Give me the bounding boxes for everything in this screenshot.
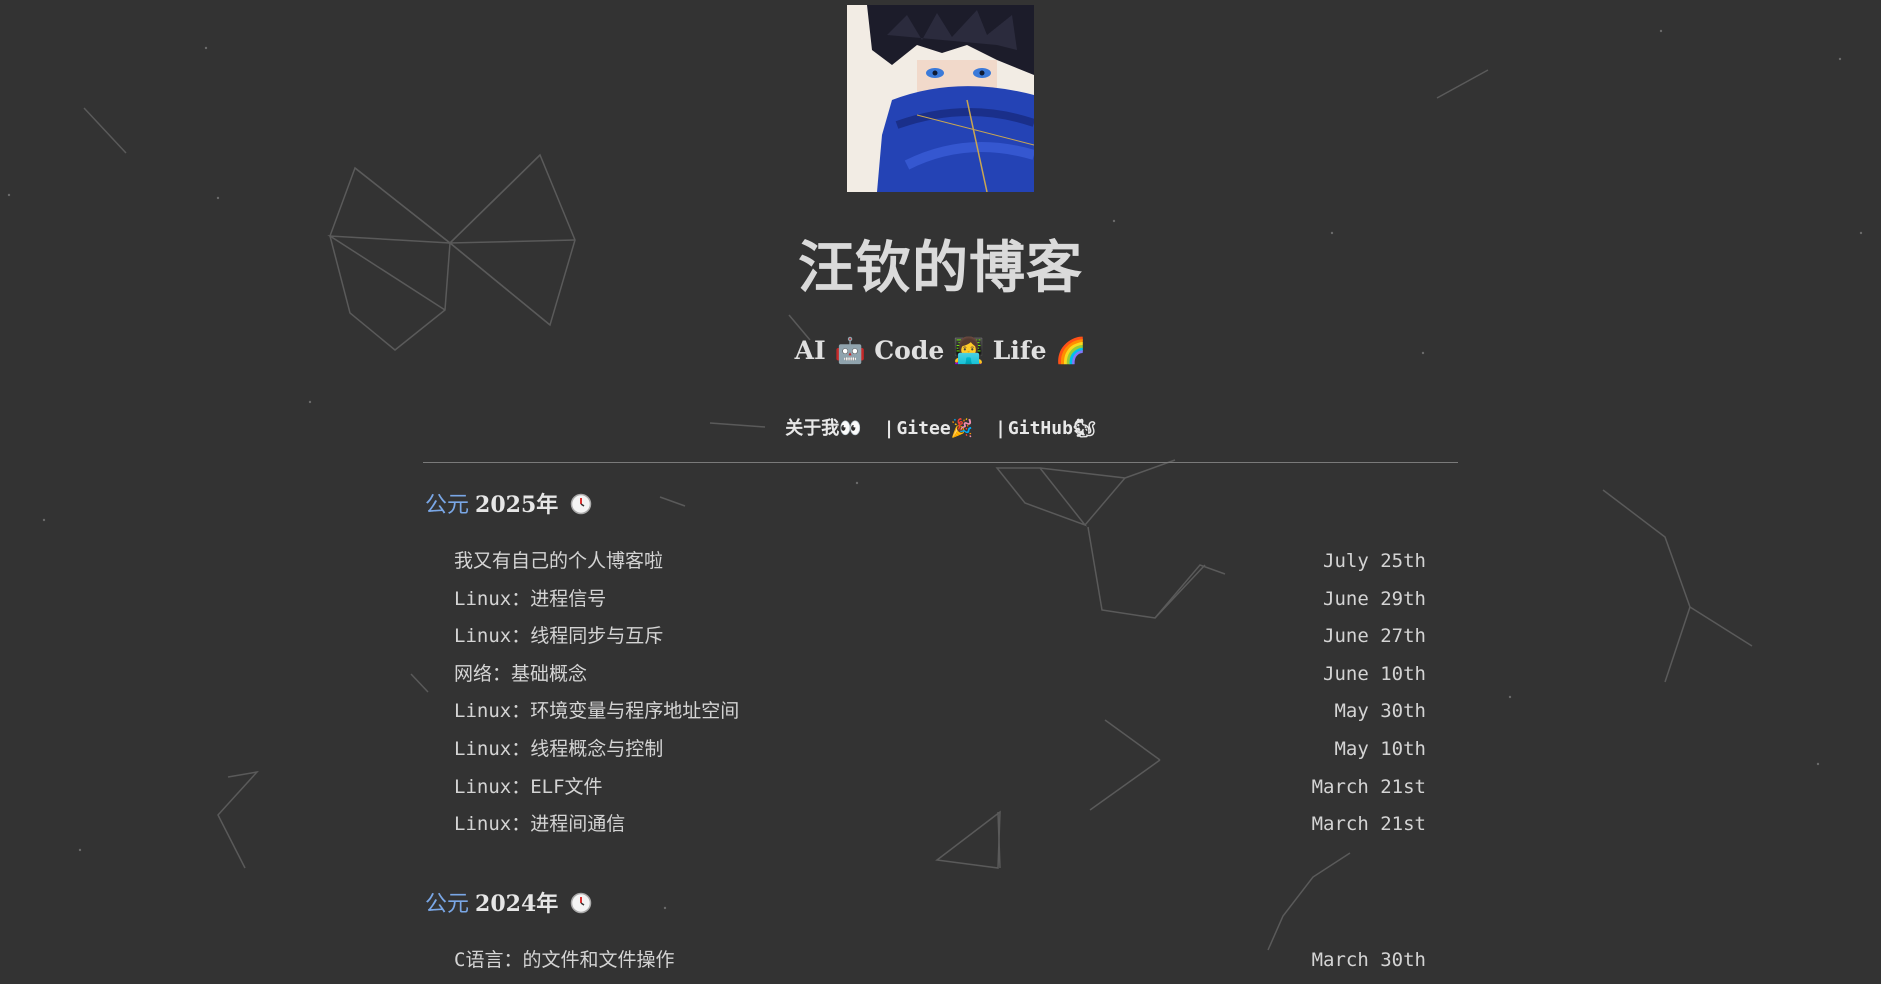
post-date: July 25th bbox=[1323, 550, 1426, 572]
post-date: March 21st bbox=[1311, 775, 1426, 798]
post-title-link[interactable]: 网络：基础概念 bbox=[454, 656, 587, 694]
site-tagline: AI 🤖 Code 👩‍💻 Life 🌈 bbox=[794, 336, 1087, 365]
post-date: March 21st bbox=[1311, 813, 1426, 836]
post-date: June 27th bbox=[1323, 625, 1426, 648]
era-label: 公元 bbox=[425, 493, 470, 518]
list-item: Linux：线程概念与控制 May 10th bbox=[454, 731, 1426, 769]
clock-icon bbox=[570, 892, 592, 920]
year-label: 2025年 bbox=[475, 492, 559, 518]
post-date: June 29th bbox=[1323, 587, 1426, 610]
post-title-link[interactable]: Linux：环境变量与程序地址空间 bbox=[454, 693, 739, 731]
era-label: 公元 bbox=[425, 892, 470, 917]
post-list: C语言：的文件和文件操作 March 30th bbox=[454, 942, 1426, 980]
post-title-link[interactable]: Linux：ELF文件 bbox=[454, 769, 603, 807]
list-item: Linux：环境变量与程序地址空间 May 30th bbox=[454, 693, 1426, 731]
post-title-link[interactable]: 我又有自己的个人博客啦 bbox=[454, 543, 663, 581]
post-list: 我又有自己的个人博客啦 July 25th Linux：进程信号 June 29th… bbox=[454, 543, 1426, 844]
post-date: May 10th bbox=[1334, 737, 1426, 760]
post-title-link[interactable]: Linux：线程概念与控制 bbox=[454, 731, 663, 769]
nav-link-gitee[interactable]: Gitee🎉 bbox=[896, 418, 973, 439]
header-divider bbox=[423, 462, 1458, 463]
list-item: 我又有自己的个人博客啦 July 25th bbox=[454, 543, 1426, 581]
post-date: March 30th bbox=[1311, 949, 1426, 971]
post-date: May 30th bbox=[1334, 700, 1426, 723]
post-title-link[interactable]: Linux：进程信号 bbox=[454, 581, 606, 619]
list-item: Linux：进程信号 June 29th bbox=[454, 581, 1426, 619]
clock-icon bbox=[570, 493, 592, 521]
post-title-link[interactable]: Linux：进程间通信 bbox=[454, 806, 625, 844]
list-item: Linux：进程间通信 March 21st bbox=[454, 806, 1426, 844]
year-heading: 公元 2024年 bbox=[425, 886, 592, 920]
nav-link-about[interactable]: 关于我👀 bbox=[785, 418, 861, 439]
site-title[interactable]: 汪钦的博客 bbox=[423, 223, 1458, 304]
nav-link-github[interactable]: GitHub🐿 bbox=[1008, 418, 1096, 439]
post-title-link[interactable]: Linux：线程同步与互斥 bbox=[454, 618, 663, 656]
top-nav: 关于我👀 | Gitee🎉 | GitHub🐿 bbox=[423, 414, 1458, 440]
nav-separator: | bbox=[883, 418, 895, 439]
post-date: June 10th bbox=[1323, 662, 1426, 685]
list-item: Linux：线程同步与互斥 June 27th bbox=[454, 618, 1426, 656]
post-title-link[interactable]: C语言：的文件和文件操作 bbox=[454, 942, 674, 980]
list-item: C语言：的文件和文件操作 March 30th bbox=[454, 942, 1426, 980]
list-item: Linux：ELF文件 March 21st bbox=[454, 769, 1426, 807]
nav-separator: | bbox=[995, 418, 1006, 439]
year-label: 2024年 bbox=[475, 891, 559, 917]
avatar[interactable] bbox=[847, 5, 1034, 192]
year-heading: 公元 2025年 bbox=[425, 487, 592, 521]
list-item: 网络：基础概念 June 10th bbox=[454, 656, 1426, 694]
